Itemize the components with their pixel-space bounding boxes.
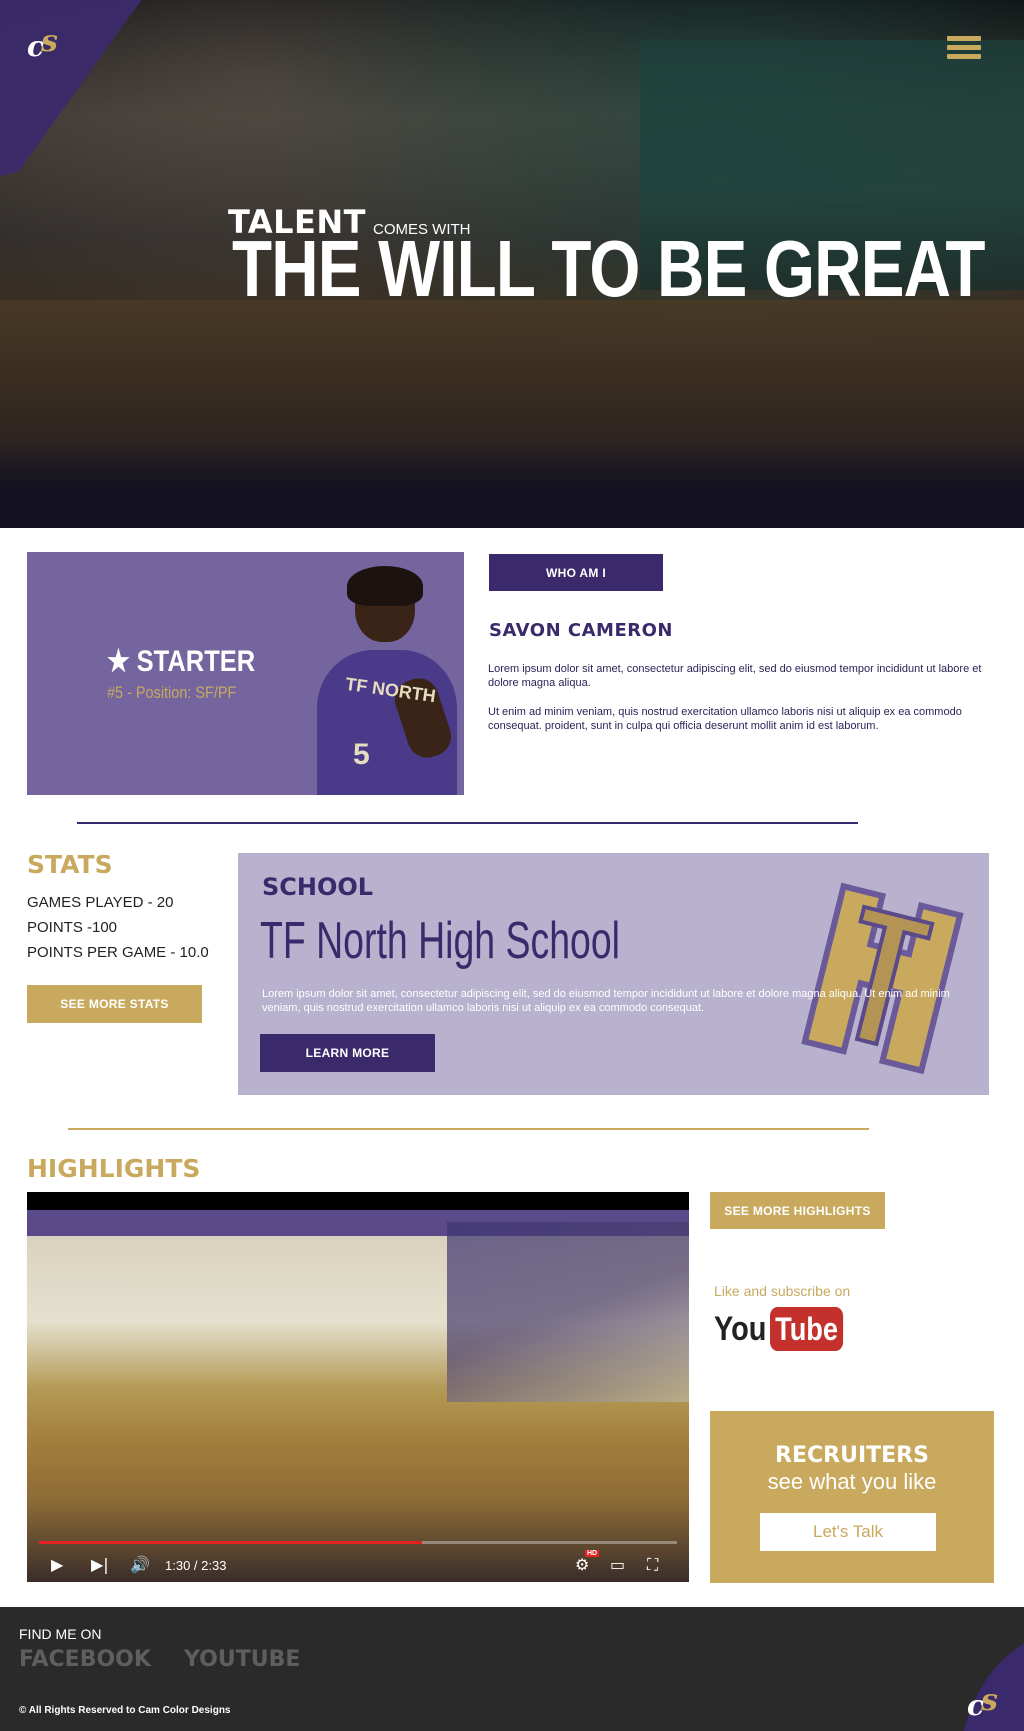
play-icon[interactable]: ▶: [51, 1556, 63, 1574]
youtube-link[interactable]: YOUTUBE: [184, 1647, 300, 1672]
school-name: TF North High School: [260, 912, 620, 970]
recruiters-panel: RECRUITERS see what you like Let's Talk: [710, 1411, 994, 1583]
footer-logo-letter-s: s: [981, 1683, 998, 1718]
lets-talk-button[interactable]: Let's Talk: [760, 1513, 936, 1551]
footer-logo[interactable]: c s: [967, 1683, 1011, 1723]
divider-purple: [77, 822, 858, 824]
see-more-highlights-button[interactable]: SEE MORE HIGHLIGHTS: [710, 1192, 885, 1229]
school-logo-icon: [801, 882, 964, 1075]
hd-badge: HD: [585, 1550, 600, 1557]
jersey-number: 5: [353, 738, 370, 771]
player-photo: TF NORTH 5: [317, 566, 464, 795]
hamburger-icon[interactable]: [947, 36, 981, 64]
volume-icon[interactable]: 🔊: [130, 1556, 150, 1574]
recruiters-subtitle: see what you like: [767, 1469, 937, 1494]
youtube-logo[interactable]: You Tube: [714, 1306, 856, 1352]
player-hair: [347, 566, 423, 606]
school-description: Lorem ipsum dolor sit amet, consectetur …: [262, 988, 950, 1014]
school-card: SCHOOL TF North High School Lorem ipsum …: [238, 853, 989, 1095]
about-paragraph-1: Lorem ipsum dolor sit amet, consectetur …: [488, 663, 982, 689]
divider-gold: [68, 1128, 869, 1130]
who-am-i-button[interactable]: WHO AM I: [489, 554, 663, 591]
settings-icon[interactable]: ⚙: [575, 1556, 589, 1574]
site-logo[interactable]: c s: [27, 24, 71, 64]
school-label: SCHOOL: [262, 873, 374, 901]
stat-points-per-game: POINTS PER GAME - 10.0: [27, 944, 209, 961]
recruiters-title: RECRUITERS: [775, 1443, 929, 1468]
next-icon[interactable]: ▶|: [91, 1556, 109, 1574]
starter-position: #5 - Position: SF/PF: [107, 683, 237, 702]
stat-games-played: GAMES PLAYED - 20: [27, 894, 174, 911]
hero-banner: c s TALENT COMES WITH THE WILL TO BE GRE…: [0, 0, 1024, 528]
find-me-on: FIND ME ON: [19, 1626, 102, 1642]
see-more-stats-button[interactable]: SEE MORE STATS: [27, 985, 202, 1023]
logo-letter-s: s: [41, 24, 58, 59]
video-time: 1:30 / 2:33: [165, 1558, 227, 1573]
subscribe-text: Like and subscribe on: [714, 1283, 851, 1299]
fullscreen-icon[interactable]: ⛶: [647, 1556, 658, 1574]
hero-tagline: TALENT COMES WITH THE WILL TO BE GREAT: [228, 203, 985, 313]
highlights-heading: HIGHLIGHTS: [27, 1154, 201, 1183]
highlight-video-player[interactable]: ▶ ▶| 🔊 1:30 / 2:33 ⚙ HD ▭ ⛶: [27, 1192, 689, 1582]
learn-more-button[interactable]: LEARN MORE: [260, 1034, 435, 1072]
about-paragraph-2: Ut enim ad minim veniam, quis nostrud ex…: [488, 706, 962, 732]
video-progress-bar[interactable]: [39, 1541, 677, 1544]
copyright: © All Rights Reserved to Cam Color Desig…: [19, 1705, 231, 1716]
player-card: ★ STARTER #5 - Position: SF/PF TF NORTH 5: [27, 552, 464, 795]
youtube-logo-you: You: [714, 1309, 767, 1348]
youtube-logo-tube: Tube: [769, 1307, 843, 1351]
stats-heading: STATS: [27, 850, 113, 879]
hero-headline: THE WILL TO BE GREAT: [232, 224, 985, 313]
star-icon: ★: [107, 645, 130, 678]
hero-corner-accent: [0, 0, 170, 180]
site-footer: FIND ME ON FACEBOOK YOUTUBE © All Rights…: [0, 1607, 1024, 1731]
player-name: SAVON CAMERON: [489, 620, 673, 641]
starter-badge: ★ STARTER #5 - Position: SF/PF: [107, 644, 281, 703]
theater-mode-icon[interactable]: ▭: [610, 1556, 625, 1574]
video-controls: ▶ ▶| 🔊 1:30 / 2:33 ⚙ HD ▭ ⛶: [27, 1548, 689, 1582]
hero-crowd: [0, 440, 1024, 528]
video-stands: [447, 1222, 689, 1402]
starter-title: STARTER: [136, 644, 256, 678]
facebook-link[interactable]: FACEBOOK: [19, 1647, 151, 1672]
video-progress-fill: [39, 1541, 422, 1544]
stat-points: POINTS -100: [27, 919, 118, 936]
